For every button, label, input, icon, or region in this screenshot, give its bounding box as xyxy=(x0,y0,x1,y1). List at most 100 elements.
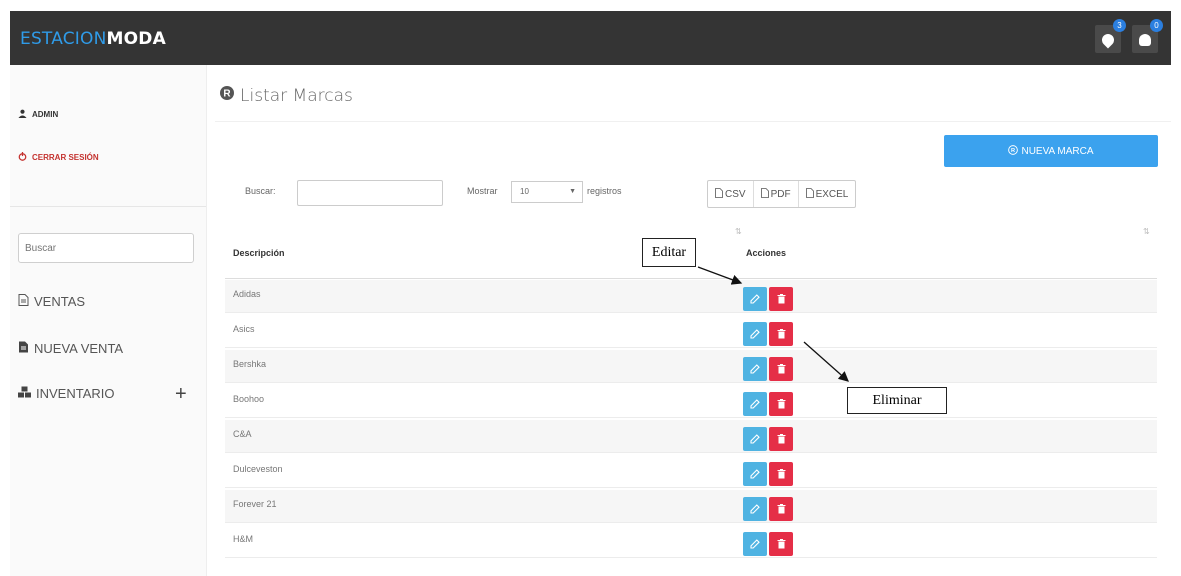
document-icon xyxy=(18,294,29,309)
trash-icon xyxy=(777,399,785,409)
power-icon xyxy=(18,152,27,163)
edit-callout-text: Editar xyxy=(651,244,687,260)
table-row: Bershka xyxy=(225,350,1157,383)
sidebar-search-input[interactable] xyxy=(18,233,194,263)
page-size-select[interactable]: 10 ▼ xyxy=(511,181,583,203)
table-row: H&M xyxy=(225,525,1157,558)
paint-drop-icon[interactable]: 3 xyxy=(1095,19,1126,53)
trash-icon xyxy=(777,539,785,549)
sidebar-item-label: VENTAS xyxy=(34,294,86,309)
brand-name-cell: Dulceveston xyxy=(233,464,283,474)
edit-button[interactable] xyxy=(743,357,767,381)
delete-callout-text: Eliminar xyxy=(872,392,922,408)
receipt-icon xyxy=(18,341,29,356)
export-excel-button[interactable]: EXCEL xyxy=(799,181,856,207)
delete-button[interactable] xyxy=(769,427,793,451)
edit-button[interactable] xyxy=(743,322,767,346)
registered-icon: R xyxy=(1008,144,1019,158)
main-content: R Listar Marcas R NUEVA MARCA Buscar: Mo… xyxy=(215,65,1171,576)
edit-button[interactable] xyxy=(743,427,767,451)
brand-part2: MODA xyxy=(106,29,166,49)
brand-logo[interactable]: ESTACIONMODA xyxy=(20,29,166,49)
table-row: Forever 21 xyxy=(225,490,1157,523)
table-row: C&A xyxy=(225,420,1157,453)
edit-icon xyxy=(750,364,760,374)
file-icon xyxy=(715,187,723,201)
sidebar: ADMIN CERRAR SESIÓN VENTAS NUEVA VENTA I… xyxy=(10,65,207,576)
title-divider xyxy=(215,121,1171,122)
edit-button[interactable] xyxy=(743,462,767,486)
edit-button[interactable] xyxy=(743,287,767,311)
file-icon xyxy=(760,187,769,201)
export-pdf-label: PDF xyxy=(770,188,791,200)
table-row: Dulceveston xyxy=(225,455,1157,488)
table-search-input[interactable] xyxy=(297,180,443,206)
delete-button[interactable] xyxy=(769,462,793,486)
user-name: ADMIN xyxy=(32,110,59,119)
delete-button[interactable] xyxy=(769,287,793,311)
edit-icon xyxy=(750,504,760,514)
sidebar-item-inventario[interactable]: INVENTARIO xyxy=(18,386,115,401)
search-label: Buscar: xyxy=(245,186,276,196)
brand-name-cell: Adidas xyxy=(233,289,261,299)
new-brand-button[interactable]: R NUEVA MARCA xyxy=(944,135,1158,167)
notification-badge: 0 xyxy=(1150,19,1163,32)
brand-name-cell: Asics xyxy=(233,324,255,334)
svg-text:R: R xyxy=(1011,148,1015,154)
sidebar-item-ventas[interactable]: VENTAS xyxy=(18,294,85,309)
logout-link[interactable]: CERRAR SESIÓN xyxy=(18,152,99,163)
page-size-value: 10 xyxy=(520,187,529,196)
page-title: R Listar Marcas xyxy=(219,85,353,106)
sort-icon[interactable]: ⇅ xyxy=(1143,227,1150,236)
delete-button[interactable] xyxy=(769,322,793,346)
show-label: Mostrar xyxy=(467,186,498,196)
trash-icon xyxy=(777,469,785,479)
sidebar-item-label: INVENTARIO xyxy=(36,386,115,401)
table-row: Adidas xyxy=(225,280,1157,313)
delete-button[interactable] xyxy=(769,497,793,521)
edit-icon xyxy=(750,294,760,304)
brand-name-cell: C&A xyxy=(233,429,252,439)
expand-plus-icon[interactable]: + xyxy=(175,384,187,404)
column-header-acciones: Acciones xyxy=(746,248,787,258)
trash-icon xyxy=(777,504,785,514)
user-icon xyxy=(18,109,27,120)
new-brand-label: NUEVA MARCA xyxy=(1021,145,1094,157)
sidebar-item-nueva-venta[interactable]: NUEVA VENTA xyxy=(18,341,123,356)
column-header-descripcion[interactable]: Descripción xyxy=(233,248,285,258)
chevron-down-icon: ▼ xyxy=(569,188,576,195)
brand-name-cell: Boohoo xyxy=(233,394,265,404)
table-row: Asics xyxy=(225,315,1157,348)
brand-name-cell: H&M xyxy=(233,534,253,544)
file-icon xyxy=(805,187,814,201)
edit-button[interactable] xyxy=(743,392,767,416)
records-label: registros xyxy=(587,186,622,196)
top-navbar: ESTACIONMODA 3 0 xyxy=(10,11,1171,65)
export-csv-label: CSV xyxy=(725,188,746,200)
logout-label: CERRAR SESIÓN xyxy=(32,153,99,162)
registered-icon: R xyxy=(219,85,235,106)
table-header-divider xyxy=(225,278,1157,279)
bell-icon[interactable]: 0 xyxy=(1132,19,1163,53)
edit-button[interactable] xyxy=(743,497,767,521)
trash-icon xyxy=(777,364,785,374)
edit-callout: Editar xyxy=(642,238,696,267)
trash-icon xyxy=(777,329,785,339)
delete-callout: Eliminar xyxy=(847,387,947,414)
sidebar-divider xyxy=(10,206,206,207)
export-pdf-button[interactable]: PDF xyxy=(754,181,799,207)
edit-button[interactable] xyxy=(743,532,767,556)
sidebar-item-label: NUEVA VENTA xyxy=(34,341,124,356)
sort-icon[interactable]: ⇅ xyxy=(735,227,742,236)
user-link[interactable]: ADMIN xyxy=(18,109,58,120)
export-csv-button[interactable]: CSV xyxy=(708,181,754,207)
delete-button[interactable] xyxy=(769,357,793,381)
edit-icon xyxy=(750,469,760,479)
delete-button[interactable] xyxy=(769,532,793,556)
edit-icon xyxy=(750,434,760,444)
brand-name-cell: Bershka xyxy=(233,359,267,369)
delete-button[interactable] xyxy=(769,392,793,416)
svg-text:R: R xyxy=(223,89,231,100)
page-title-text: Listar Marcas xyxy=(240,85,353,106)
boxes-icon xyxy=(18,386,31,401)
